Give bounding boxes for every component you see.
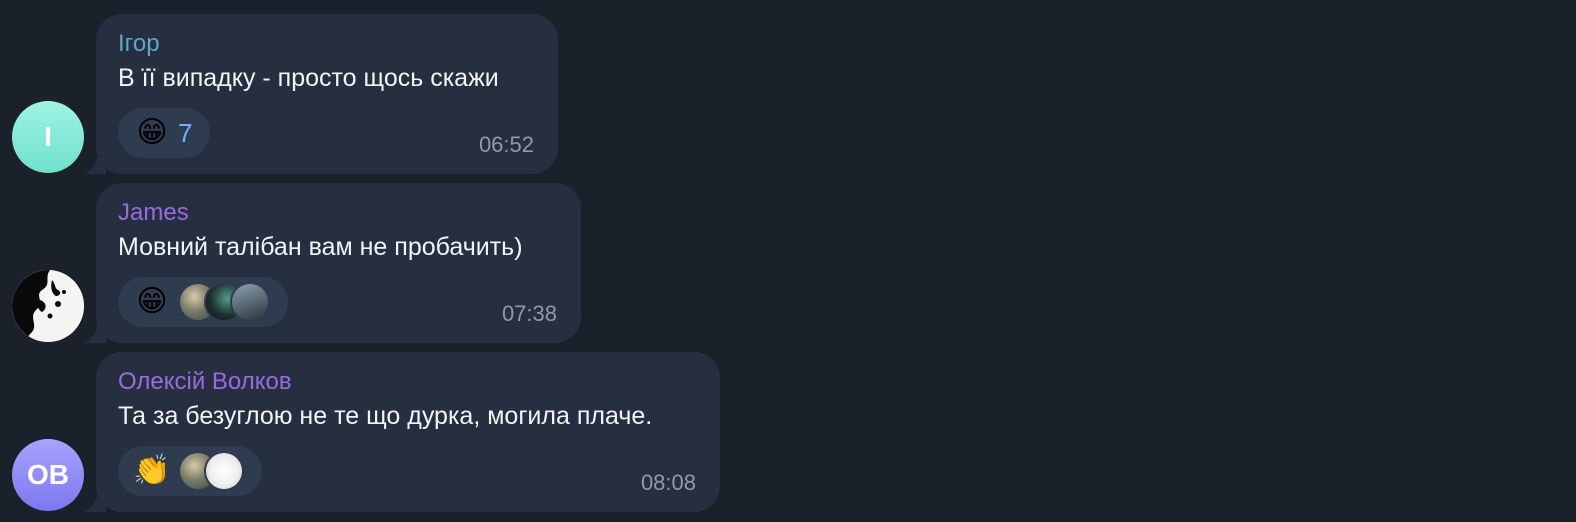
message-time: 06:52: [478, 132, 534, 157]
abstract-avatar-image: [12, 270, 84, 342]
clapping-hands-icon: 👏: [133, 454, 171, 487]
avatar-initials: OB: [27, 459, 69, 490]
message-time: 08:08: [640, 470, 696, 495]
reaction-count: 7: [178, 117, 193, 148]
sender-avatar[interactable]: [12, 270, 84, 342]
chat-message-list: I Ігор В її випадку - просто щось скажи …: [0, 0, 1576, 522]
sender-name[interactable]: Олексій Волков: [118, 368, 292, 396]
sender-avatar[interactable]: OB: [12, 439, 84, 511]
reaction-chip[interactable]: 😁: [118, 277, 288, 327]
message-text: Та за безуглою не те що дурка, могила пл…: [118, 402, 653, 430]
avatar-initials: I: [44, 121, 52, 152]
sender-name[interactable]: James: [118, 199, 189, 227]
reaction-chip[interactable]: 😁 7: [118, 108, 211, 158]
message-text: В її випадку - просто щось скажи: [118, 64, 499, 92]
grinning-face-icon: 😁: [136, 285, 168, 318]
reaction-chip[interactable]: 👏: [118, 446, 262, 496]
sender-avatar[interactable]: I: [12, 101, 84, 173]
message-text: Мовний талібан вам не пробачить): [118, 233, 523, 261]
message-bubble[interactable]: Ігор В її випадку - просто щось скажи 😁 …: [96, 14, 558, 174]
message-bubble[interactable]: James Мовний талібан вам не пробачить) 😁…: [96, 183, 581, 343]
message-bubble[interactable]: Олексій Волков Та за безуглою не те що д…: [96, 352, 720, 512]
message-time: 07:38: [501, 301, 557, 326]
sender-name[interactable]: Ігор: [118, 30, 160, 58]
grinning-face-icon: 😁: [136, 116, 168, 149]
reactor-avatar: [204, 451, 244, 491]
reactor-avatars: [178, 282, 270, 322]
reactor-avatars: [178, 451, 244, 491]
reactor-avatar: [230, 282, 270, 322]
